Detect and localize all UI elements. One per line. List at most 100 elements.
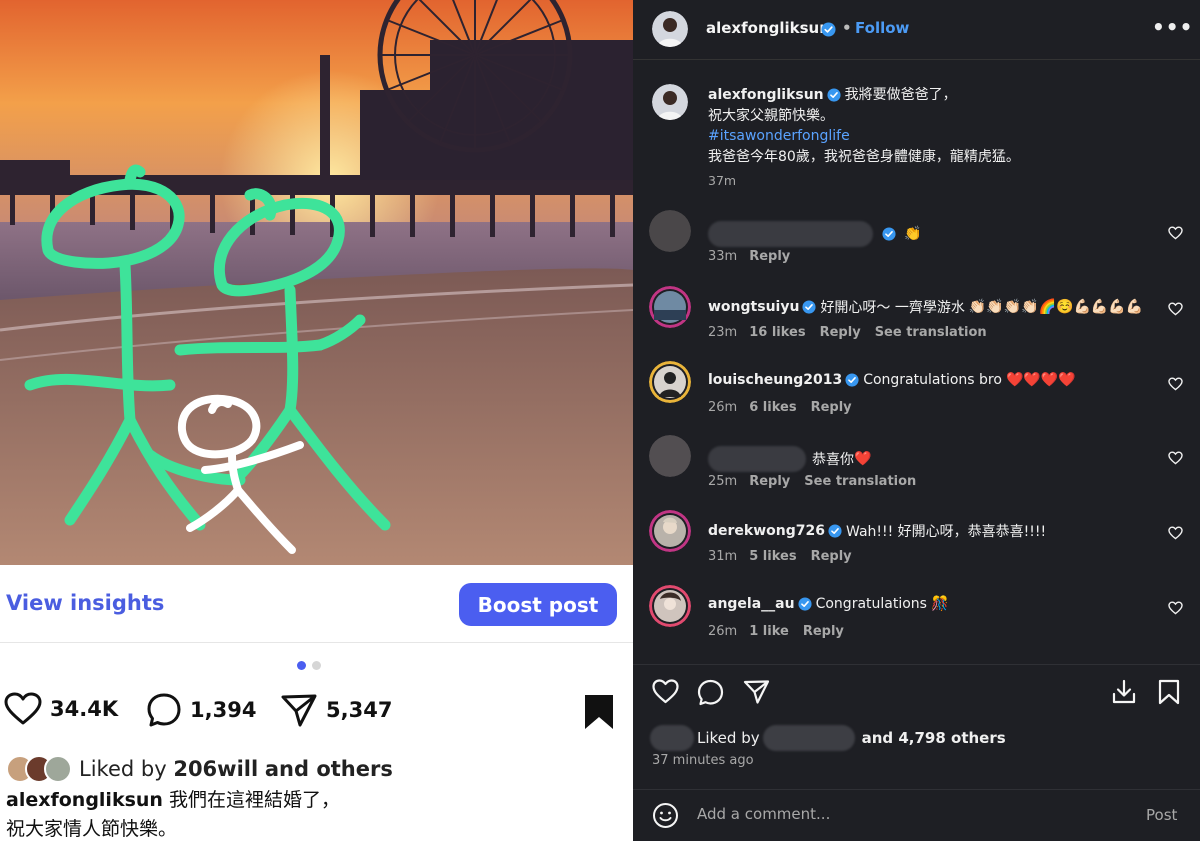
verified-badge-icon xyxy=(798,597,812,611)
right-panel: alexfongliksun • Follow ••• alexfongliks… xyxy=(633,0,1200,841)
comment-emoji: 🎊 xyxy=(930,596,949,612)
beach-pier-photo xyxy=(0,0,633,565)
see-translation-link[interactable]: See translation xyxy=(804,474,916,489)
comment-like-heart-icon[interactable] xyxy=(1168,601,1183,615)
verified-badge-icon xyxy=(845,373,859,387)
caption-line-1: 我將要做爸爸了， xyxy=(844,87,957,103)
like-stat[interactable]: 34.4K xyxy=(4,692,118,726)
comment-like-heart-icon[interactable] xyxy=(1168,451,1183,465)
comment-time[interactable]: 31m xyxy=(708,549,737,564)
liked-by-others[interactable]: and others xyxy=(265,757,393,781)
caption-line-2: 祝大家父親節快樂。 xyxy=(708,107,834,124)
liked-by-user[interactable]: 206will xyxy=(173,757,258,781)
author-avatar[interactable] xyxy=(652,84,688,120)
reply-button[interactable]: Reply xyxy=(811,549,852,564)
comment-stat[interactable]: 1,394 xyxy=(146,692,256,728)
comment-like-heart-icon[interactable] xyxy=(1168,302,1183,316)
blurred-username[interactable] xyxy=(708,221,873,247)
comment-item: louischeung2013 Congratulations bro ❤️❤️❤️… xyxy=(633,361,1200,431)
add-comment-input[interactable] xyxy=(697,805,1097,823)
reply-button[interactable]: Reply xyxy=(811,400,852,415)
comment-body: Congratulations bro xyxy=(863,372,1002,388)
comment-body: 好開心呀～ 一齊學游水 xyxy=(820,300,965,316)
commenter-avatar[interactable] xyxy=(649,361,691,403)
boost-post-button[interactable]: Boost post xyxy=(459,583,617,626)
liker-avatar-blurred[interactable] xyxy=(650,725,694,751)
carousel-dot[interactable] xyxy=(312,661,321,670)
send-icon[interactable] xyxy=(743,679,770,705)
comment-likes[interactable]: 5 likes xyxy=(749,549,796,564)
comment-time[interactable]: 23m xyxy=(708,325,737,340)
comment-body: Wah!!! 好開心呀，恭喜恭喜!!!! xyxy=(846,524,1047,540)
see-translation-link[interactable]: See translation xyxy=(875,325,987,340)
comment-like-heart-icon[interactable] xyxy=(1168,226,1183,240)
post-footer: Liked by and 4,798 others 37 minutes ago… xyxy=(633,664,1200,841)
comment-emoji: 👏 xyxy=(904,226,922,242)
reply-button[interactable]: Reply xyxy=(820,325,861,340)
comment-bubble-icon[interactable] xyxy=(146,692,182,728)
caption-username[interactable]: alexfongliksun xyxy=(6,789,163,811)
caption-line-4: 我爸爸今年80歲，我祝爸爸身體健康，龍精虎猛。 xyxy=(708,148,1020,165)
commenter-username[interactable]: derekwong726 xyxy=(708,523,825,539)
caption-hashtag[interactable]: #itsawonderfonglife xyxy=(708,126,1168,147)
left-action-row: 34.4K 1,394 5,347 xyxy=(4,692,624,734)
post-timestamp[interactable]: 37 minutes ago xyxy=(652,753,754,768)
commenter-avatar-blurred[interactable] xyxy=(649,210,691,252)
comment-likes[interactable]: 6 likes xyxy=(749,400,796,415)
liker-avatar[interactable] xyxy=(44,755,72,783)
comment-body: 恭喜你 xyxy=(812,452,854,468)
carousel-dot-active[interactable] xyxy=(297,661,306,670)
reply-button[interactable]: Reply xyxy=(749,474,790,489)
liked-by-prefix: Liked by xyxy=(697,729,760,747)
reply-button[interactable]: Reply xyxy=(803,624,844,639)
bookmark-filled-icon[interactable] xyxy=(582,693,616,731)
reply-button[interactable]: Reply xyxy=(749,249,790,264)
comment-meta: 26m 6 likes Reply xyxy=(708,400,866,415)
comments-count: 1,394 xyxy=(190,698,257,722)
follow-button[interactable]: Follow xyxy=(855,19,909,37)
comment-time[interactable]: 26m xyxy=(708,400,737,415)
blurred-username[interactable] xyxy=(708,446,806,472)
liker-username-blurred[interactable] xyxy=(762,725,855,751)
view-insights-link[interactable]: View insights xyxy=(6,591,164,615)
commenter-username[interactable]: angela__au xyxy=(708,596,795,612)
comment-likes[interactable]: 1 like xyxy=(749,624,789,639)
commenter-avatar[interactable] xyxy=(649,510,691,552)
post-photo[interactable] xyxy=(0,0,633,565)
caption-text: alexfongliksun 我將要做爸爸了， 祝大家父親節快樂。 #itsawo… xyxy=(708,85,1168,167)
comment-time[interactable]: 26m xyxy=(708,624,737,639)
commenter-username[interactable]: wongtsuiyu xyxy=(708,299,799,315)
commenter-avatar[interactable] xyxy=(649,286,691,328)
commenter-avatar-blurred[interactable] xyxy=(649,435,691,477)
download-icon[interactable] xyxy=(1112,679,1136,705)
comment-like-heart-icon[interactable] xyxy=(1168,377,1183,391)
heart-icon[interactable] xyxy=(652,679,679,704)
comment-item: 恭喜你 ❤️ 25m Reply See translation xyxy=(633,435,1200,505)
author-username[interactable]: alexfongliksun xyxy=(706,19,830,37)
commenter-avatar[interactable] xyxy=(649,585,691,627)
verified-badge-icon xyxy=(821,22,836,37)
emoji-smile-icon[interactable] xyxy=(652,802,679,829)
comment-emoji: ❤️ xyxy=(854,451,872,467)
author-avatar[interactable] xyxy=(652,11,688,47)
post-comment-button[interactable]: Post xyxy=(1146,806,1177,824)
share-stat[interactable]: 5,347 xyxy=(280,692,392,728)
comment-time[interactable]: 25m xyxy=(708,474,737,489)
liked-by-others[interactable]: and 4,798 others xyxy=(862,729,1006,747)
more-options-icon[interactable]: ••• xyxy=(1152,15,1193,39)
caption-timestamp[interactable]: 37m xyxy=(708,173,736,188)
comment-text: angela__au Congratulations 🎊 xyxy=(708,596,948,612)
liked-by-text[interactable]: Liked by 206will and others xyxy=(79,757,393,781)
commenter-username[interactable]: louischeung2013 xyxy=(708,372,842,388)
comment-item: 👏 33m Reply xyxy=(633,210,1200,280)
bookmark-icon[interactable] xyxy=(1158,679,1180,705)
comment-text: 恭喜你 ❤️ xyxy=(708,446,871,472)
caption-username[interactable]: alexfongliksun xyxy=(708,87,824,103)
comment-likes[interactable]: 16 likes xyxy=(749,325,805,340)
send-icon[interactable] xyxy=(280,692,318,728)
comment-bar: Post xyxy=(633,789,1200,841)
comment-bubble-icon[interactable] xyxy=(697,679,724,706)
comment-like-heart-icon[interactable] xyxy=(1168,526,1183,540)
comment-time[interactable]: 33m xyxy=(708,249,737,264)
heart-icon[interactable] xyxy=(4,692,42,726)
